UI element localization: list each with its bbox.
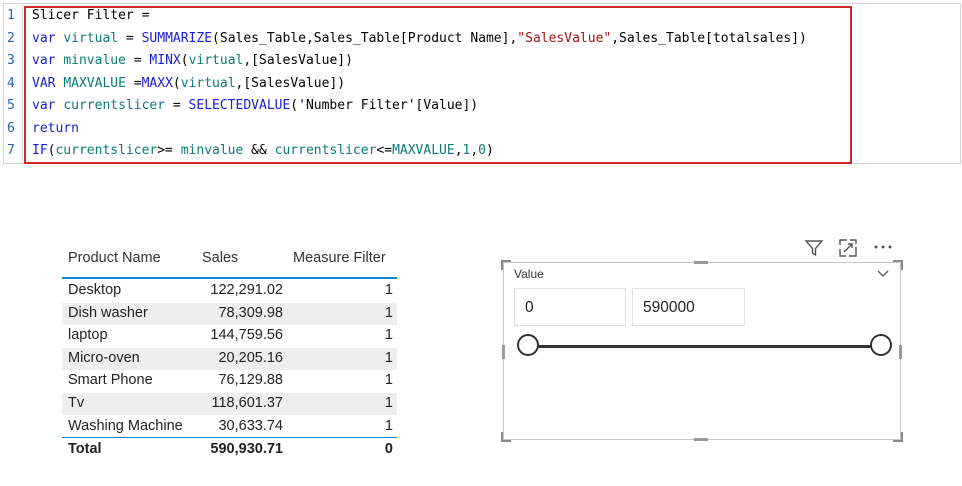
product-name-cell: Micro-oven xyxy=(68,349,140,366)
slider-min-handle[interactable] xyxy=(517,334,539,356)
resize-handle-right[interactable] xyxy=(899,345,902,359)
sales-cell: 76,129.88 xyxy=(218,372,283,389)
product-name-cell: laptop xyxy=(68,327,108,344)
measure-filter-cell: 1 xyxy=(384,417,393,434)
product-name-cell: Dish washer xyxy=(68,304,148,321)
slider-track[interactable] xyxy=(528,345,880,348)
resize-handle-top[interactable] xyxy=(694,261,708,264)
sales-cell: 78,309.98 xyxy=(218,304,283,321)
slicer-title: Value xyxy=(514,267,544,281)
product-name-cell: Desktop xyxy=(68,282,122,298)
line-number: 4 xyxy=(7,75,15,91)
sales-cell: 118,601.37 xyxy=(211,395,284,411)
max-value-input[interactable]: 590000 xyxy=(632,288,745,326)
line-number: 6 xyxy=(7,120,15,136)
number-range-slicer[interactable]: Value 0 590000 xyxy=(501,260,903,442)
product-name-cell: Tv xyxy=(68,395,85,411)
resize-corner-bottom-right[interactable] xyxy=(893,432,903,442)
slider-max-handle[interactable] xyxy=(870,334,892,356)
measure-filter-cell: 1 xyxy=(384,395,393,411)
sales-cell: 30,633.74 xyxy=(218,417,283,434)
line-number: 1 xyxy=(7,8,15,23)
measure-filter-cell: 1 xyxy=(384,349,393,366)
resize-handle-bottom[interactable] xyxy=(694,438,708,441)
resize-corner-top-left[interactable] xyxy=(501,260,511,270)
line-number: 7 xyxy=(7,143,15,158)
header-measure-filter[interactable]: Measure Filter xyxy=(293,250,386,266)
chevron-down-icon[interactable] xyxy=(876,265,890,284)
total-measure-filter: 0 xyxy=(384,441,393,457)
table-row[interactable]: Micro-oven 20,205.16 1 xyxy=(62,347,397,370)
sales-cell: 20,205.16 xyxy=(218,349,283,366)
header-product-name[interactable]: Product Name xyxy=(68,250,161,266)
total-row: Total 590,930.71 0 xyxy=(62,439,397,461)
sales-cell: 122,291.02 xyxy=(210,282,283,298)
table-row[interactable]: Desktop 122,291.02 1 xyxy=(62,280,397,302)
product-name-cell: Washing Machine xyxy=(68,417,183,434)
product-name-cell: Smart Phone xyxy=(68,372,153,389)
table-visual: Product Name Sales Measure Filter Deskto… xyxy=(62,242,400,467)
measure-filter-cell: 1 xyxy=(384,282,393,298)
more-options-icon[interactable] xyxy=(872,238,894,262)
resize-handle-left[interactable] xyxy=(502,345,505,359)
line-number: 5 xyxy=(7,98,15,113)
total-label: Total xyxy=(68,441,102,457)
table-row[interactable]: laptop 144,759.56 1 xyxy=(62,325,397,347)
focus-mode-icon[interactable] xyxy=(838,238,858,262)
table-row[interactable]: Smart Phone 76,129.88 1 xyxy=(62,370,397,392)
table-row[interactable]: Dish washer 78,309.98 1 xyxy=(62,302,397,325)
visual-header-icons xyxy=(804,238,900,258)
resize-corner-top-right[interactable] xyxy=(893,260,903,270)
measure-filter-cell: 1 xyxy=(384,327,393,344)
filter-icon[interactable] xyxy=(804,238,824,262)
dax-formula-editor[interactable]: 1234567 Slicer Filter = var virtual = SUM… xyxy=(3,3,961,164)
table-row[interactable]: Tv 118,601.37 1 xyxy=(62,393,397,415)
sales-cell: 144,759.56 xyxy=(210,327,283,344)
measure-filter-cell: 1 xyxy=(384,304,393,321)
resize-corner-bottom-left[interactable] xyxy=(501,432,511,442)
table-row[interactable]: Washing Machine 30,633.74 1 xyxy=(62,416,397,438)
red-highlight-box xyxy=(24,6,852,164)
line-number: 2 xyxy=(7,30,15,46)
header-sales[interactable]: Sales xyxy=(202,250,238,266)
total-divider xyxy=(62,437,397,438)
min-value-input[interactable]: 0 xyxy=(514,288,626,326)
total-sales: 590,930.71 xyxy=(210,441,283,457)
header-divider xyxy=(62,277,397,279)
line-number: 3 xyxy=(7,53,15,68)
measure-filter-cell: 1 xyxy=(384,372,393,389)
